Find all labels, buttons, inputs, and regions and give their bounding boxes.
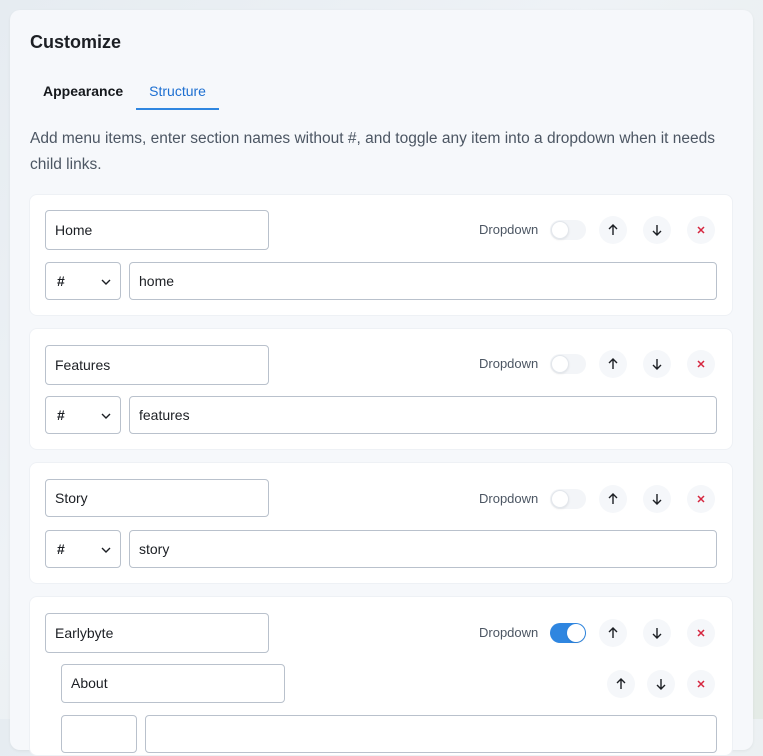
arrow-up-icon (616, 678, 626, 689)
child-remove-button[interactable] (687, 670, 715, 698)
customize-panel: Customize Appearance Structure Add menu … (10, 10, 753, 756)
chevron-down-icon (101, 547, 111, 553)
arrow-up-icon (608, 493, 618, 504)
arrow-down-icon (656, 679, 666, 690)
move-up-button[interactable] (599, 216, 627, 244)
move-down-button[interactable] (643, 350, 671, 378)
move-down-button[interactable] (643, 619, 671, 647)
move-up-button[interactable] (599, 350, 627, 378)
dropdown-toggle[interactable] (550, 354, 586, 374)
section-target-input[interactable]: home (129, 262, 717, 300)
link-type-select[interactable]: # (45, 530, 121, 568)
close-icon (697, 495, 705, 503)
arrow-down-icon (652, 225, 662, 236)
child-move-down-button[interactable] (647, 670, 675, 698)
arrow-up-icon (608, 224, 618, 235)
child-move-up-button[interactable] (607, 670, 635, 698)
menu-item-card: Features Dropdown # features (29, 328, 733, 450)
arrow-up-icon (608, 358, 618, 369)
dropdown-toggle[interactable] (550, 489, 586, 509)
chevron-down-icon (101, 279, 111, 285)
menu-item-card: Home Dropdown # home (29, 194, 733, 316)
remove-item-button[interactable] (687, 350, 715, 378)
link-type-value: # (57, 541, 65, 557)
close-icon (697, 226, 705, 234)
link-type-value: # (57, 407, 65, 423)
link-type-select[interactable]: # (45, 262, 121, 300)
tab-bar: Appearance Structure (30, 78, 219, 120)
child-link-type-select[interactable] (61, 715, 137, 753)
menu-item-card: Story Dropdown # story (29, 462, 733, 584)
child-target-input[interactable] (145, 715, 717, 753)
close-icon (697, 680, 705, 688)
close-icon (697, 629, 705, 637)
section-target-input[interactable]: features (129, 396, 717, 434)
move-down-button[interactable] (643, 485, 671, 513)
dropdown-toggle[interactable] (550, 623, 586, 643)
menu-item-card: Earlybyte Dropdown About (29, 596, 733, 756)
menu-item-label-input[interactable]: Features (45, 345, 269, 385)
dropdown-label: Dropdown (479, 491, 539, 506)
arrow-down-icon (652, 628, 662, 639)
remove-item-button[interactable] (687, 485, 715, 513)
chevron-down-icon (101, 413, 111, 419)
dropdown-toggle[interactable] (550, 220, 586, 240)
arrow-down-icon (652, 359, 662, 370)
arrow-up-icon (608, 627, 618, 638)
remove-item-button[interactable] (687, 619, 715, 647)
close-icon (697, 360, 705, 368)
dropdown-label: Dropdown (479, 222, 539, 237)
arrow-down-icon (652, 494, 662, 505)
structure-description: Add menu items, enter section names with… (30, 130, 715, 173)
tab-structure[interactable]: Structure (136, 78, 219, 110)
move-up-button[interactable] (599, 485, 627, 513)
menu-item-label-input[interactable]: Home (45, 210, 269, 250)
link-type-select[interactable]: # (45, 396, 121, 434)
dropdown-label: Dropdown (479, 625, 539, 640)
child-link-label-input[interactable]: About (61, 664, 285, 703)
link-type-value: # (57, 273, 65, 289)
remove-item-button[interactable] (687, 216, 715, 244)
move-down-button[interactable] (643, 216, 671, 244)
menu-item-label-input[interactable]: Story (45, 479, 269, 517)
menu-item-label-input[interactable]: Earlybyte (45, 613, 269, 653)
panel-title: Customize (30, 32, 122, 52)
section-target-input[interactable]: story (129, 530, 717, 568)
tab-appearance[interactable]: Appearance (30, 78, 136, 110)
dropdown-label: Dropdown (479, 356, 539, 371)
move-up-button[interactable] (599, 619, 627, 647)
